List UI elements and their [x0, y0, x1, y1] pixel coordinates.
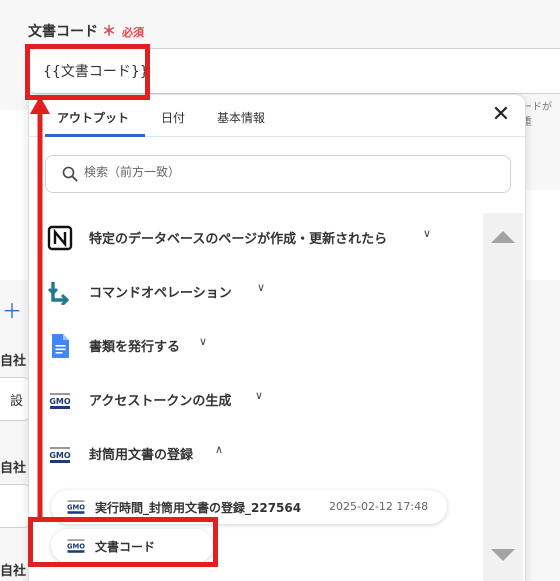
annotation-arrow — [30, 96, 50, 520]
